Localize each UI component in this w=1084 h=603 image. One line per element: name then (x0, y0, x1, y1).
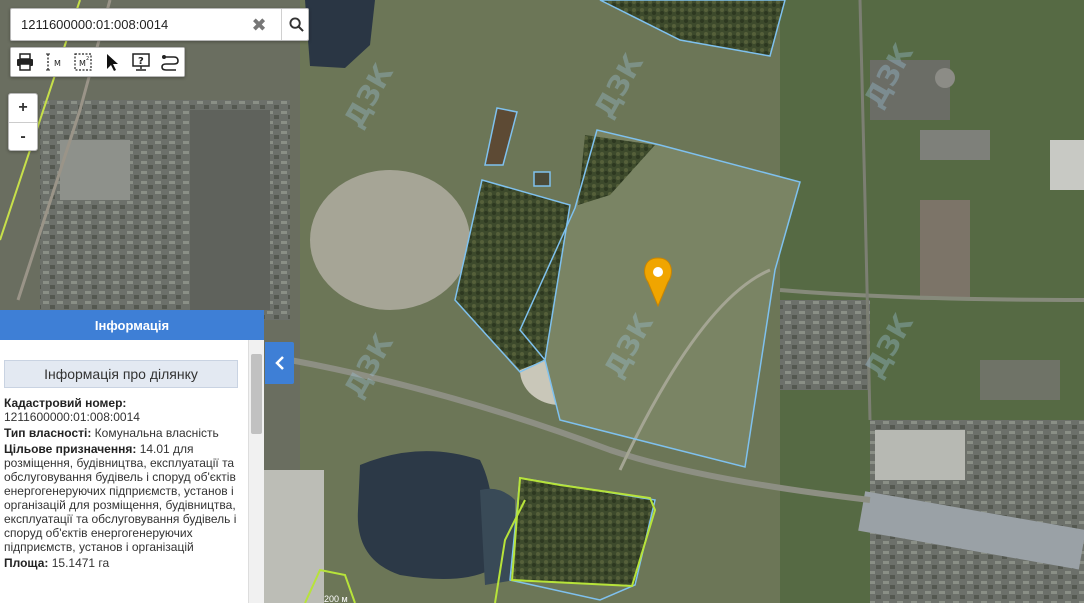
svg-text:M: M (79, 59, 86, 68)
svg-text:?: ? (138, 56, 144, 67)
info-panel-body: Інформація про ділянку Кадастровий номер… (0, 340, 248, 603)
area-value: 15.1471 га (51, 556, 110, 570)
info-panel-scrollbar[interactable] (248, 340, 264, 603)
collapse-panel-button[interactable] (265, 342, 294, 384)
measure-area-icon: M 2 (74, 53, 92, 71)
search-input[interactable] (11, 9, 241, 40)
info-panel-header: Інформація (0, 310, 264, 340)
svg-text:2: 2 (86, 56, 89, 62)
zoom-out-button[interactable]: - (9, 122, 37, 150)
search-bar: ✖ (10, 8, 309, 41)
identify-button[interactable]: ? (127, 48, 155, 76)
scale-bar-label: 200 м (324, 594, 348, 603)
route-icon (161, 55, 179, 71)
info-panel: Інформація Інформація про ділянку Кадаст… (0, 310, 264, 603)
select-cursor-icon (107, 54, 118, 71)
measure-distance-button[interactable]: M (40, 48, 68, 76)
print-button[interactable] (11, 48, 39, 76)
zoom-control: + - (8, 93, 38, 151)
cadastral-row: Кадастровий номер: 1211600000:01:008:001… (4, 396, 244, 424)
print-icon (17, 53, 33, 71)
measure-area-button[interactable]: M 2 (69, 48, 97, 76)
search-icon (288, 17, 304, 32)
purpose-value: 14.01 для розміщення, будівництва, експл… (4, 442, 237, 554)
info-identify-icon: ? (132, 53, 150, 71)
measure-distance-icon: M (46, 53, 61, 71)
ownership-row: Тип власності: Комунальна власність (4, 426, 244, 440)
purpose-row: Цільове призначення: 14.01 для розміщенн… (4, 442, 244, 554)
map-toolbar: M M 2 ? (10, 47, 185, 77)
info-panel-subtitle: Інформація про ділянку (4, 360, 238, 388)
area-row: Площа: 15.1471 га (4, 556, 244, 570)
zoom-in-button[interactable]: + (9, 94, 37, 122)
cadastral-value: 1211600000:01:008:0014 (4, 410, 140, 424)
search-button[interactable] (281, 9, 310, 40)
purpose-label: Цільове призначення: (4, 442, 137, 456)
chevron-left-icon (274, 356, 284, 370)
select-cursor-button[interactable] (98, 48, 126, 76)
ownership-label: Тип власності: (4, 426, 92, 440)
svg-text:M: M (54, 59, 61, 68)
area-label: Площа: (4, 556, 49, 570)
clear-icon[interactable]: ✖ (247, 13, 271, 37)
ownership-value: Комунальна власність (94, 426, 219, 440)
scroll-thumb[interactable] (251, 354, 262, 434)
cadastral-label: Кадастровий номер: (4, 396, 127, 410)
route-button[interactable] (156, 48, 184, 76)
